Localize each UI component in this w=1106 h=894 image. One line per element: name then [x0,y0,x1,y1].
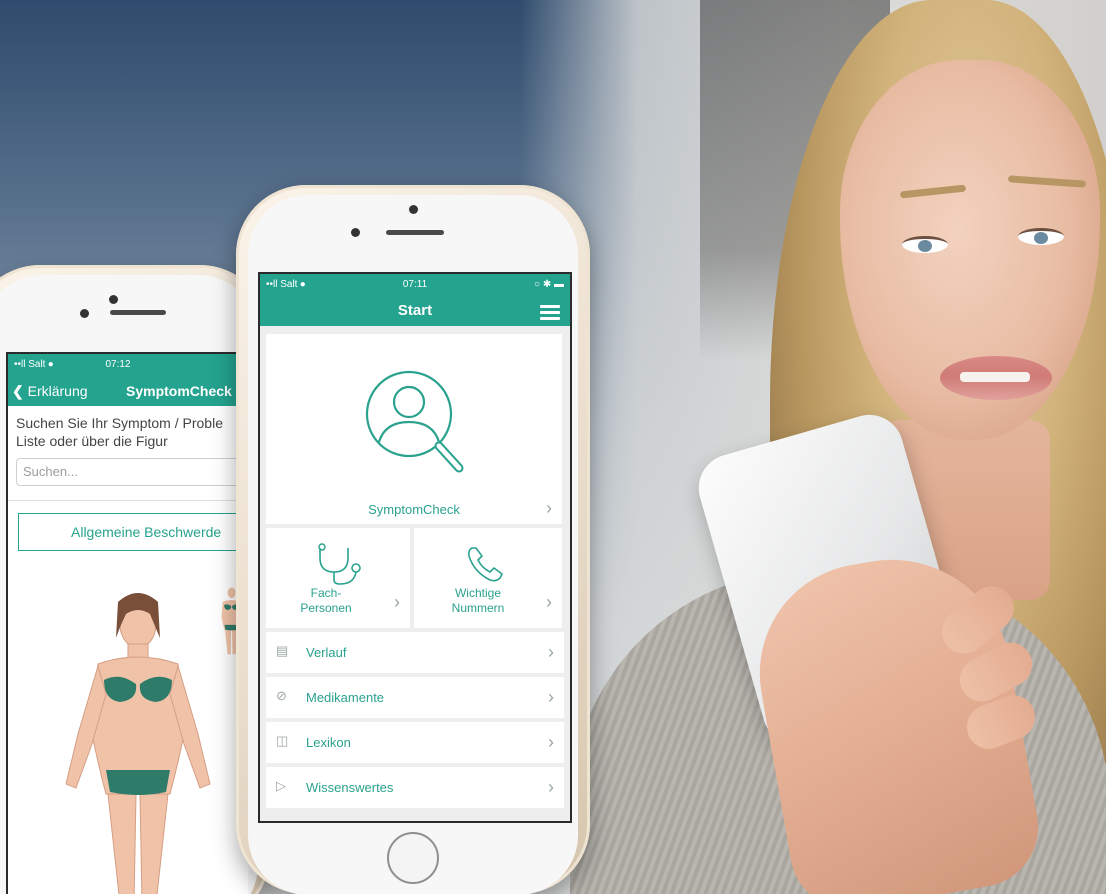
chevron-right-icon: › [546,498,552,518]
menu-row-lexikon[interactable]: ◫ Lexikon › [266,722,564,763]
background-photo: ••ll Salt ⦁ 07:12 ❮ Erklärung SymptomChe… [0,0,1106,894]
chevron-left-icon: ❮ [12,383,24,399]
back-statusbar: ••ll Salt ⦁ 07:12 [8,354,248,376]
back-phone-speaker [110,310,166,315]
back-phone: ••ll Salt ⦁ 07:12 ❮ Erklärung SymptomChe… [0,265,270,894]
back-button-label: Erklärung [27,383,88,399]
start-menu: SymptomCheck › Fach- Personen › Wichtige… [260,326,570,821]
front-phone-screen: ••ll Salt ⦁ 07:11 ○ ✱ ▬ Start SymptomChe… [258,272,572,823]
front-phone-camera [351,228,360,237]
phone-icon [468,547,504,582]
general-complaints-button[interactable]: Allgemeine Beschwerde [18,513,238,551]
row-label: Medikamente [306,690,385,705]
woman-teeth [960,372,1030,382]
menu-row-medikamente[interactable]: ⊘ Medikamente › [266,677,564,718]
battery-icon: ○ ✱ ▬ [534,279,564,290]
tile-wichtige-nummern[interactable]: Wichtige Nummern › [414,528,562,628]
search-input[interactable]: Suchen... [16,458,240,486]
front-phone-speaker [386,230,444,235]
home-button[interactable] [387,832,439,884]
menu-row-verlauf[interactable]: ▤ Verlauf › [266,632,564,673]
divider [8,492,248,501]
symptomcheck-label: SymptomCheck [368,502,460,517]
menu-row-wissenswertes[interactable]: ▷ Wissenswertes › [266,767,564,808]
row-label: Verlauf [306,645,347,660]
symptomcheck-card[interactable]: SymptomCheck › [266,334,562,524]
pill-icon: ⊘ [276,688,287,703]
status-time: 07:11 [402,279,428,290]
back-phone-screen: ••ll Salt ⦁ 07:12 ❮ Erklärung SymptomChe… [6,352,248,894]
tile-label: Wichtige Nummern [451,586,505,615]
chevron-right-icon: › [548,642,554,662]
page-title: SymptomCheck [126,383,232,399]
chevron-right-icon: › [548,777,554,797]
row-label: Lexikon [306,735,351,750]
chevron-right-icon: › [548,687,554,707]
status-time: 07:12 [105,359,131,370]
back-phone-camera-dot [109,295,118,304]
document-icon: ▤ [276,643,289,658]
body-figure[interactable] [58,584,248,894]
back-phone-camera [80,309,89,318]
chevron-right-icon: › [548,732,554,752]
chevron-right-icon: › [546,592,552,612]
row-label: Wissenswertes [306,780,394,795]
tile-fach-personen[interactable]: Fach- Personen › [266,528,410,628]
front-phone: ••ll Salt ⦁ 07:11 ○ ✱ ▬ Start SymptomChe… [236,185,590,894]
instruction-text: Suchen Sie Ihr Symptom / Proble Liste od… [16,415,223,449]
book-icon: ◫ [276,733,289,748]
page-title: Start [397,302,433,319]
megaphone-icon: ▷ [276,778,286,793]
stethoscope-icon [318,543,361,585]
front-statusbar: ••ll Salt ⦁ 07:11 ○ ✱ ▬ [260,274,570,296]
back-navbar: ❮ Erklärung SymptomCheck [8,376,248,406]
tile-label: Fach- Personen [300,586,352,615]
front-navbar: Start [260,296,570,326]
hamburger-icon[interactable] [540,305,560,321]
front-phone-camera-dot [409,205,418,214]
back-button[interactable]: ❮ Erklärung [12,383,88,400]
magnifier-person-icon [365,370,464,473]
chevron-right-icon: › [394,592,400,612]
woman-eye-left [902,236,948,253]
woman-eye-right [1018,228,1064,245]
